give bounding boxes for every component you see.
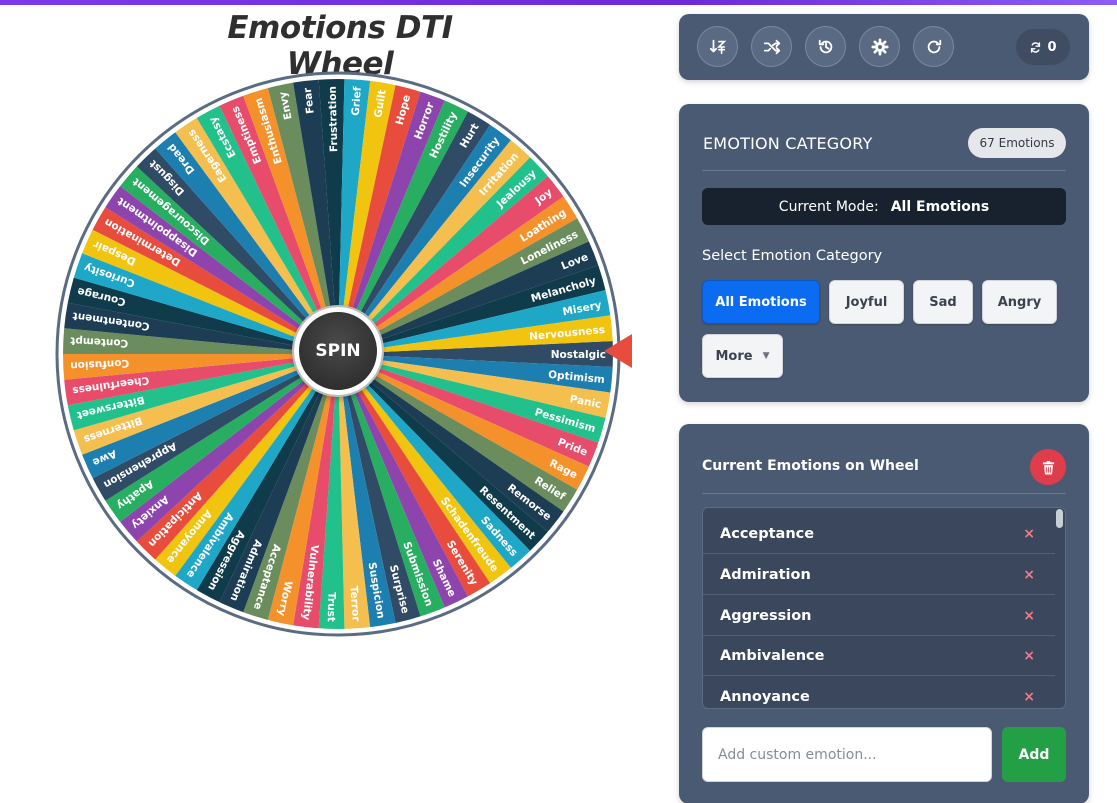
list-item-label: Admiration: [720, 566, 811, 583]
refresh-icon: [1031, 41, 1041, 53]
mode-label: Current Mode:: [778, 198, 879, 215]
category-heading: EMOTION CATEGORY: [703, 134, 873, 153]
category-sad-button[interactable]: Sad: [913, 280, 973, 324]
category-angry-button[interactable]: Angry: [982, 280, 1057, 324]
category-joyful-button[interactable]: Joyful: [829, 280, 904, 324]
remove-icon[interactable]: ×: [1023, 608, 1035, 624]
wheel-segment-label: Trust: [325, 592, 338, 622]
caret-down-icon: ▼: [762, 351, 770, 361]
add-emotion-input[interactable]: [702, 727, 992, 782]
remove-icon[interactable]: ×: [1023, 526, 1035, 542]
history-icon: [818, 39, 832, 53]
shuffle-button[interactable]: [751, 26, 792, 67]
list-item-label: Aggression: [720, 607, 812, 624]
category-more-dropdown[interactable]: More ▼: [702, 334, 783, 378]
wheel-segment-label: Nostalgic: [551, 349, 606, 361]
wheel-pointer-icon: [604, 334, 632, 368]
emotion-count-badge: 67 Emotions: [968, 128, 1066, 158]
sort-button[interactable]: [697, 26, 738, 67]
list-item: Acceptance ×: [703, 514, 1055, 554]
wheel-segment-label: Grief: [350, 86, 364, 116]
list-item: Annoyance ×: [703, 677, 1055, 708]
counter-value: 0: [1047, 39, 1057, 55]
add-emotion-button[interactable]: Add: [1002, 727, 1066, 782]
list-item-label: Annoyance: [720, 688, 810, 705]
emotion-category-panel: EMOTION CATEGORY 67 Emotions Current Mod…: [679, 104, 1089, 402]
current-divider: [702, 493, 1066, 494]
clear-all-button[interactable]: [1030, 449, 1066, 485]
settings-button[interactable]: [859, 26, 900, 67]
spin-button[interactable]: SPIN: [294, 307, 382, 395]
list-item-label: Acceptance: [720, 525, 815, 542]
current-emotions-panel: Current Emotions on Wheel Acceptance × A…: [679, 424, 1089, 803]
mode-value: All Emotions: [890, 198, 990, 215]
wheel-segment-label: Terror: [347, 585, 362, 622]
select-category-label: Select Emotion Category: [702, 248, 883, 264]
history-button[interactable]: [805, 26, 846, 67]
list-item-label: Ambivalence: [720, 647, 825, 664]
redo-icon: [927, 39, 941, 53]
trash-icon: [1042, 460, 1054, 474]
category-all-emotions-button[interactable]: All Emotions: [702, 280, 820, 324]
more-label: More: [715, 348, 753, 364]
wheel-segment-label: Frustration: [327, 86, 341, 152]
current-mode-bar: Current Mode: All Emotions: [702, 188, 1066, 225]
toolbar-panel: 0: [679, 14, 1089, 80]
list-item: Admiration ×: [703, 555, 1055, 595]
gear-icon: [870, 37, 889, 56]
remove-icon[interactable]: ×: [1023, 689, 1035, 705]
list-item: Aggression ×: [703, 596, 1055, 636]
redo-button[interactable]: [913, 26, 954, 67]
remove-icon[interactable]: ×: [1023, 648, 1035, 664]
spin-counter: 0: [1016, 29, 1070, 65]
category-divider: [702, 170, 1066, 171]
list-scrollbar[interactable]: [1056, 509, 1063, 528]
list-item: Ambivalence ×: [703, 636, 1055, 676]
remove-icon[interactable]: ×: [1023, 567, 1035, 583]
top-accent-bar: [0, 0, 1117, 5]
sort-icon: [709, 39, 726, 54]
current-emotions-heading: Current Emotions on Wheel: [702, 458, 919, 474]
emotion-list[interactable]: Acceptance × Admiration × Aggression × A…: [702, 507, 1066, 709]
shuffle-icon: [763, 39, 780, 54]
